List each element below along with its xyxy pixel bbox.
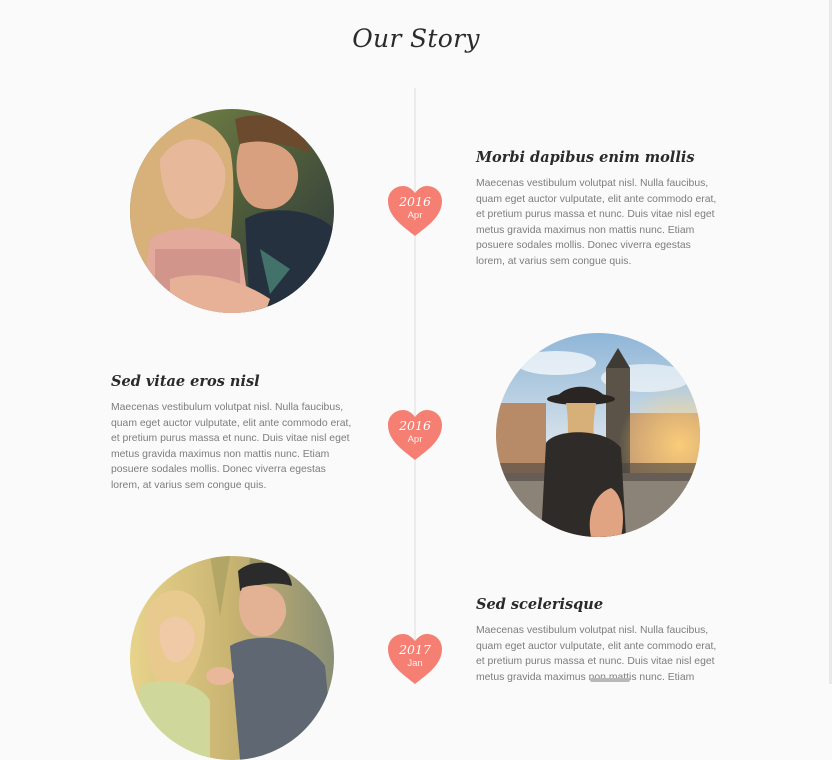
- date-year: 2017: [399, 642, 431, 657]
- horizontal-scrollbar-thumb[interactable]: [590, 678, 630, 682]
- date-month: Jan: [407, 658, 423, 669]
- date-year: 2016: [399, 194, 431, 209]
- woman-leading-hand-city-photo: [496, 333, 700, 537]
- entry-title: Morbi dapibus enim mollis: [476, 149, 695, 166]
- timeline-photo-3: [130, 556, 334, 760]
- date-heart-badge-1: 2016 Apr: [386, 184, 444, 238]
- proposal-ring-photo: [130, 556, 334, 760]
- timeline-photo-2: [496, 333, 700, 537]
- couple-embracing-photo: [130, 109, 334, 313]
- entry-title: Sed vitae eros nisl: [111, 373, 260, 390]
- page-title: Our Story: [352, 24, 480, 53]
- entry-title: Sed scelerisque: [476, 596, 604, 613]
- date-heart-badge-3: 2017 Jan: [386, 632, 444, 686]
- entry-body: Maecenas vestibulum volutpat nisl. Nulla…: [111, 402, 352, 491]
- timeline-photo-1: [130, 109, 334, 313]
- date-year: 2016: [399, 418, 431, 433]
- timeline-line: [414, 88, 416, 684]
- date-heart-badge-2: 2016 Apr: [386, 408, 444, 462]
- date-month: Apr: [407, 434, 423, 445]
- date-month: Apr: [407, 210, 423, 221]
- entry-body: Maecenas vestibulum volutpat nisl. Nulla…: [476, 625, 717, 683]
- entry-body: Maecenas vestibulum volutpat nisl. Nulla…: [476, 178, 717, 267]
